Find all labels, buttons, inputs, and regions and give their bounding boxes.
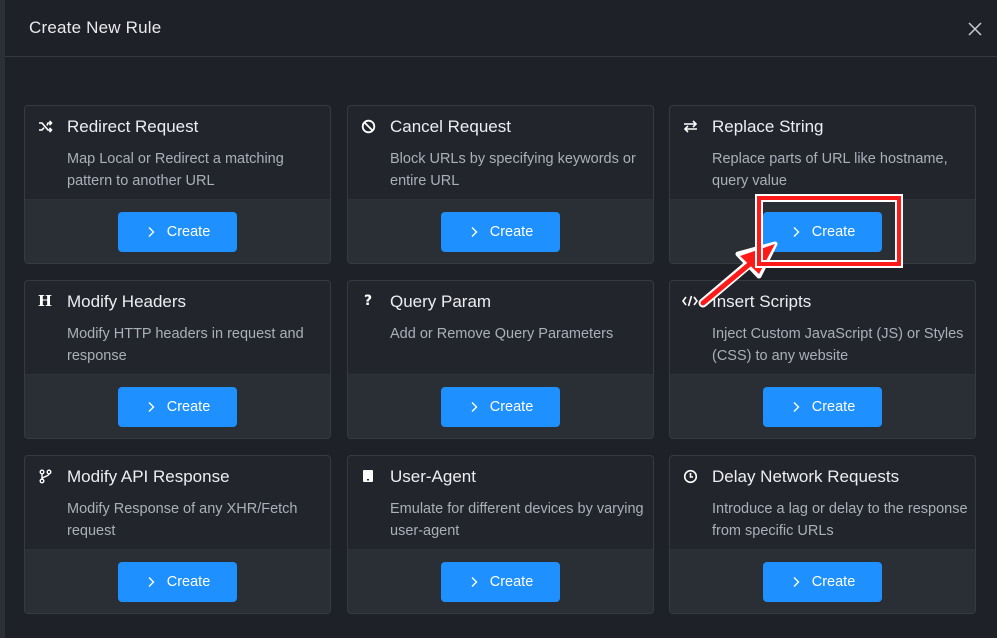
card-footer: Create <box>348 199 653 263</box>
card-title: Redirect Request <box>67 117 199 136</box>
chevron-right-icon <box>148 402 155 412</box>
create-button-redirect[interactable]: Create <box>118 212 237 252</box>
clock-icon <box>682 468 698 484</box>
card-description: Modify HTTP headers in request and respo… <box>67 326 304 364</box>
card-header: User-Agent Emulate for different devices … <box>348 456 653 549</box>
create-button-label: Create <box>811 224 856 240</box>
branch-icon <box>37 468 53 484</box>
create-button-label: Create <box>166 574 211 590</box>
chevron-right-icon <box>471 402 478 412</box>
card-description: Emulate for different devices by varying… <box>390 501 644 539</box>
card-title: User-Agent <box>390 467 476 486</box>
create-button-query[interactable]: Create <box>441 387 560 427</box>
card-header: Modify API Response Modify Response of an… <box>25 456 330 549</box>
rule-card-query: ? Query Param Add or Remove Query Paramete… <box>347 280 654 439</box>
create-button-label: Create <box>489 224 534 240</box>
modal-header: Create New Rule <box>5 0 997 57</box>
create-button-replace[interactable]: Create <box>763 212 882 252</box>
card-footer: Create <box>25 199 330 263</box>
close-button[interactable] <box>965 19 985 39</box>
card-title: Replace String <box>712 117 824 136</box>
card-header: Insert Scripts Inject Custom JavaScript (… <box>670 281 975 374</box>
card-header: H Modify Headers Modify HTTP headers in re… <box>25 281 330 374</box>
chevron-right-icon <box>471 227 478 237</box>
create-button-label: Create <box>811 574 856 590</box>
create-button-label: Create <box>166 224 211 240</box>
create-button-label: Create <box>166 399 211 415</box>
chevron-right-icon <box>793 227 800 237</box>
card-header: Cancel Request Block URLs by specifying k… <box>348 106 653 199</box>
chevron-right-icon <box>148 577 155 587</box>
create-button-label: Create <box>811 399 856 415</box>
card-footer: Create <box>670 549 975 613</box>
create-button-label: Create <box>489 399 534 415</box>
rule-card-delay: Delay Network Requests Introduce a lag or… <box>669 455 976 614</box>
card-footer: Create <box>348 374 653 438</box>
card-title: Insert Scripts <box>712 292 812 311</box>
card-description: Inject Custom JavaScript (JS) or Styles … <box>712 326 964 364</box>
question-icon: ? <box>363 293 373 309</box>
block-icon <box>360 118 376 134</box>
card-description: Replace parts of URL like hostname, quer… <box>712 151 948 189</box>
rule-card-scripts: Insert Scripts Inject Custom JavaScript (… <box>669 280 976 439</box>
card-footer: Create <box>348 549 653 613</box>
card-description: Add or Remove Query Parameters <box>390 326 614 342</box>
card-description: Map Local or Redirect a matching pattern… <box>67 151 284 189</box>
rule-card-replace: Replace String Replace parts of URL like … <box>669 105 976 264</box>
card-title: Cancel Request <box>390 117 511 136</box>
create-button-useragent[interactable]: Create <box>441 562 560 602</box>
chevron-right-icon <box>793 402 800 412</box>
modal-title: Create New Rule <box>29 18 162 37</box>
card-title: Query Param <box>390 292 492 311</box>
card-header: Replace String Replace parts of URL like … <box>670 106 975 199</box>
chevron-right-icon <box>471 577 478 587</box>
card-description: Block URLs by specifying keywords or ent… <box>390 151 636 189</box>
card-description: Introduce a lag or delay to the response… <box>712 501 968 539</box>
rule-card-cancel: Cancel Request Block URLs by specifying k… <box>347 105 654 264</box>
create-button-label: Create <box>489 574 534 590</box>
rule-card-useragent: User-Agent Emulate for different devices … <box>347 455 654 614</box>
shuffle-icon <box>37 118 53 134</box>
create-button-cancel[interactable]: Create <box>441 212 560 252</box>
card-footer: Create <box>670 374 975 438</box>
card-footer: Create <box>670 199 975 263</box>
card-header: Redirect Request Map Local or Redirect a … <box>25 106 330 199</box>
card-footer: Create <box>25 374 330 438</box>
swap-arrows-icon <box>682 118 698 134</box>
card-description: Modify Response of any XHR/Fetch request <box>67 501 298 539</box>
rule-card-redirect: Redirect Request Map Local or Redirect a … <box>24 105 331 264</box>
card-header: Delay Network Requests Introduce a lag or… <box>670 456 975 549</box>
rule-card-headers: H Modify Headers Modify HTTP headers in re… <box>24 280 331 439</box>
device-icon <box>360 468 376 484</box>
chevron-right-icon <box>793 577 800 587</box>
card-footer: Create <box>25 549 330 613</box>
card-title: Modify Headers <box>67 292 187 311</box>
card-title: Modify API Response <box>67 467 230 486</box>
card-header: ? Query Param Add or Remove Query Paramete… <box>348 281 653 374</box>
create-button-scripts[interactable]: Create <box>763 387 882 427</box>
close-icon <box>968 22 982 36</box>
rule-card-api: Modify API Response Modify Response of an… <box>24 455 331 614</box>
create-button-headers[interactable]: Create <box>118 387 237 427</box>
header-h-icon: H <box>37 292 53 310</box>
code-icon <box>682 293 698 309</box>
create-button-api[interactable]: Create <box>118 562 237 602</box>
card-title: Delay Network Requests <box>712 467 900 486</box>
create-button-delay[interactable]: Create <box>763 562 882 602</box>
chevron-right-icon <box>148 227 155 237</box>
